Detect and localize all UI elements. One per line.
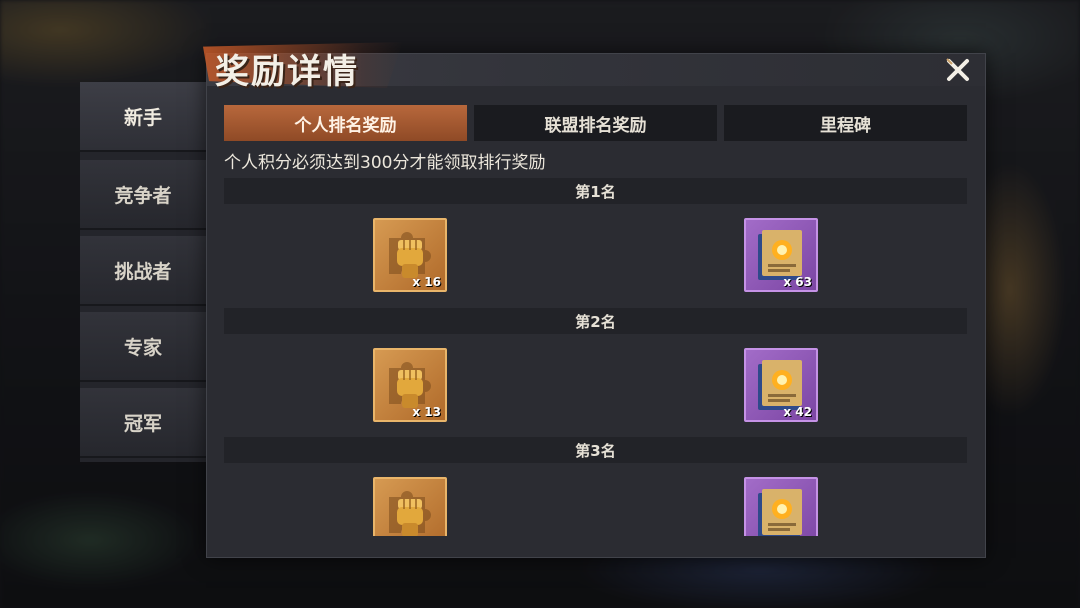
reward-list[interactable]: 第1名 x 16 x 63 第2名 x 13 x 42 第3名 (224, 178, 967, 542)
rank-label: 第1名 (575, 182, 616, 201)
rank-header: 第1名 (224, 178, 967, 204)
tab-label: 联盟排名奖励 (544, 115, 647, 136)
reward-quantity: x 13 (412, 405, 441, 419)
tier-item-challenger[interactable]: 挑战者 (80, 236, 206, 306)
reward-item-skill-book[interactable] (744, 477, 818, 542)
rank-header: 第3名 (224, 437, 967, 463)
reward-details-panel: 奖励详情 个人排名奖励 联盟排名奖励 里程碑 个人积分必须达到300分才能领取排… (203, 42, 986, 558)
close-button[interactable] (941, 54, 975, 86)
close-x-icon (946, 58, 969, 81)
tier-item-label: 专家 (123, 336, 162, 359)
requirement-text: 个人积分必须达到300分才能领取排行奖励 (224, 153, 546, 173)
tab-label: 个人排名奖励 (294, 115, 397, 136)
tab-label: 里程碑 (820, 115, 871, 136)
tab-milestone[interactable]: 里程碑 (724, 105, 967, 141)
tier-item-champion[interactable]: 冠军 (80, 388, 206, 458)
rank-label: 第3名 (575, 441, 616, 460)
list-bottom-edge (224, 536, 967, 542)
reward-tabs: 个人排名奖励 联盟排名奖励 里程碑 (224, 105, 967, 141)
tier-item-label: 挑战者 (114, 260, 172, 283)
skill-book-icon (758, 489, 802, 539)
reward-item-skill-book[interactable]: x 42 (744, 348, 818, 422)
reward-quantity: x 42 (783, 405, 812, 419)
reward-item-fist-puzzle[interactable]: x 13 (373, 348, 447, 422)
tier-item-label: 竞争者 (114, 184, 172, 207)
tab-personal-rank[interactable]: 个人排名奖励 (224, 105, 467, 141)
tier-item-competitor[interactable]: 竞争者 (80, 160, 206, 230)
fist-puzzle-piece-icon (389, 491, 431, 537)
panel-title: 奖励详情 (215, 52, 359, 92)
reward-quantity: x 63 (783, 275, 812, 289)
tier-item-expert[interactable]: 专家 (80, 312, 206, 382)
reward-item-skill-book[interactable]: x 63 (744, 218, 818, 292)
tab-alliance-rank[interactable]: 联盟排名奖励 (474, 105, 717, 141)
rank-label: 第2名 (575, 312, 616, 331)
reward-item-fist-puzzle[interactable]: x 16 (373, 218, 447, 292)
tier-item-label: 新手 (123, 106, 162, 129)
reward-quantity: x 16 (412, 275, 441, 289)
tier-item-label: 冠军 (123, 412, 162, 435)
reward-item-fist-puzzle[interactable] (373, 477, 447, 542)
rank-header: 第2名 (224, 308, 967, 334)
tier-item-newbie[interactable]: 新手 (80, 82, 206, 152)
tier-menu: 新手 竞争者 挑战者 专家 冠军 (80, 82, 206, 462)
